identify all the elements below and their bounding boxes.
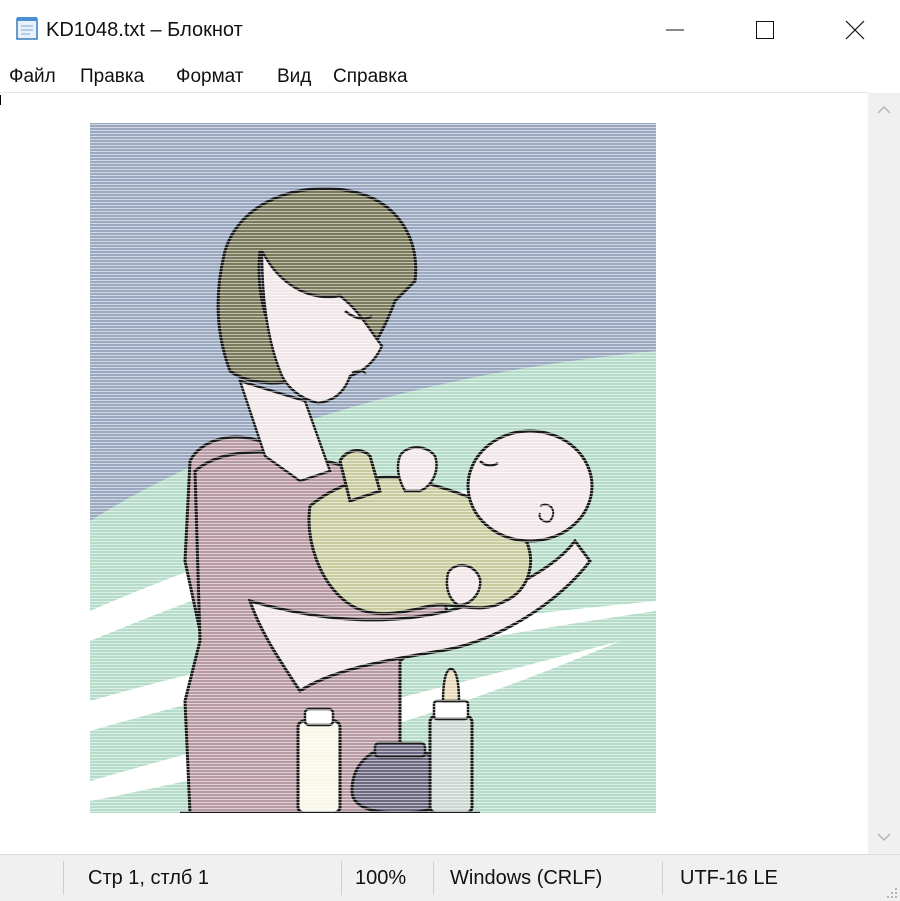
- encoding: UTF-16 LE: [680, 867, 778, 889]
- close-button[interactable]: [810, 0, 900, 60]
- minimize-icon: [666, 29, 684, 31]
- maximize-button[interactable]: [720, 0, 810, 60]
- menu-file[interactable]: Файл: [9, 65, 56, 89]
- window-title: KD1048.txt – Блокнот: [46, 19, 243, 41]
- menu-edit[interactable]: Правка: [80, 65, 144, 89]
- scroll-down-button[interactable]: [868, 820, 900, 854]
- chevron-up-icon: [877, 105, 891, 114]
- cursor-position: Стр 1, стлб 1: [88, 867, 210, 889]
- menu-bar: Файл Правка Формат Вид Справка: [0, 62, 900, 92]
- ascii-art-mother-with-baby: [90, 123, 656, 813]
- chevron-down-icon: [877, 833, 891, 842]
- status-bar: Стр 1, стлб 1 100% Windows (CRLF) UTF-16…: [0, 854, 900, 901]
- scroll-up-button[interactable]: [868, 93, 900, 127]
- line-endings: Windows (CRLF): [450, 867, 603, 889]
- text-editor[interactable]: [0, 92, 868, 855]
- vertical-scrollbar[interactable]: [868, 93, 900, 854]
- title-bar: KD1048.txt – Блокнот: [0, 0, 900, 60]
- menu-help[interactable]: Справка: [333, 65, 408, 89]
- zoom-level: 100%: [355, 867, 407, 889]
- maximize-icon: [756, 21, 774, 39]
- menu-format[interactable]: Формат: [176, 65, 244, 89]
- notepad-icon: [16, 17, 38, 40]
- menu-view[interactable]: Вид: [277, 65, 311, 89]
- close-icon: [845, 20, 865, 40]
- minimize-button[interactable]: [630, 0, 720, 60]
- resize-grip-icon[interactable]: [884, 885, 898, 899]
